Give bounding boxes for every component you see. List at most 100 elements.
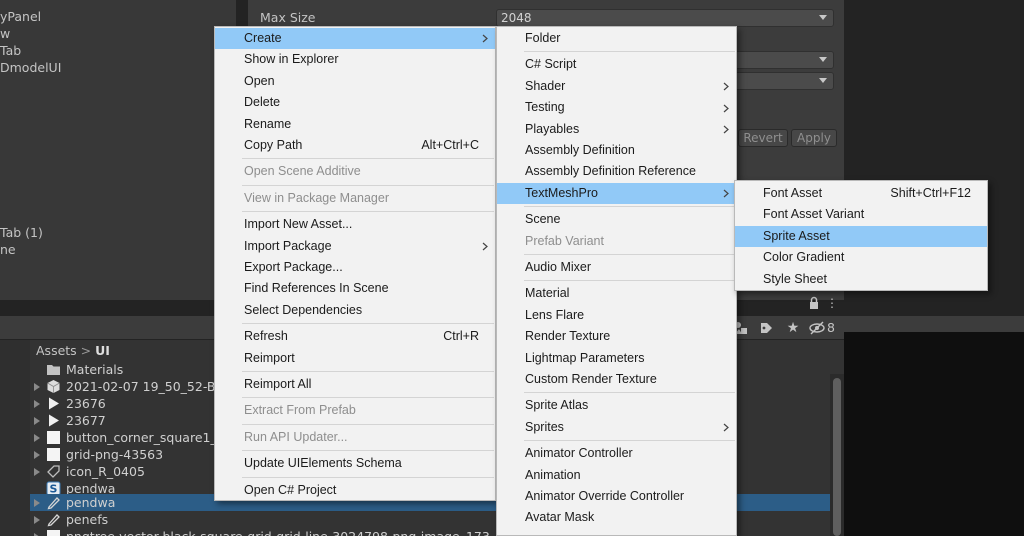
expand-arrow-icon[interactable] [34,383,40,391]
breadcrumb-ui[interactable]: UI [95,343,110,358]
scrollbar-thumb[interactable] [833,378,841,536]
menu-item-label: Shader [525,78,566,93]
menu-item-lens-flare[interactable]: Lens Flare [497,305,736,326]
menu-item-style-sheet[interactable]: Style Sheet [735,269,987,290]
menu-item-animation[interactable]: Animation [497,465,736,486]
expand-arrow-icon[interactable] [34,468,40,476]
menu-item-label: View in Package Manager [244,190,389,205]
menu-item-export-package[interactable]: Export Package... [215,257,495,278]
menu-item-label: Assembly Definition Reference [525,164,696,179]
hierarchy-item[interactable]: w [0,25,10,42]
menu-item-assembly-definition[interactable]: Assembly Definition [497,140,736,161]
menu-item-animator-override-controller[interactable]: Animator Override Controller [497,486,736,507]
menu-item-sprite-asset[interactable]: Sprite Asset [735,225,987,247]
menu-item-label: Copy Path [244,138,303,152]
asset-name: Materials [66,362,124,377]
menu-item-render-texture[interactable]: Render Texture [497,326,736,347]
expand-arrow-icon[interactable] [34,516,40,524]
breadcrumb-assets[interactable]: Assets [36,343,77,358]
menu-item-textmeshpro[interactable]: TextMeshPro [497,182,736,204]
menu-item-lightmap-parameters[interactable]: Lightmap Parameters [497,348,736,369]
menu-item-assembly-definition-reference[interactable]: Assembly Definition Reference [497,161,736,182]
max-size-dropdown[interactable]: 2048 [496,9,834,27]
menu-item-rename[interactable]: Rename [215,114,495,135]
menu-item-font-asset-variant[interactable]: Font Asset Variant [735,204,987,225]
asset-name: grid-png-43563 [66,447,164,462]
breadcrumb: Assets > UI [36,343,110,358]
pen-icon [46,512,61,527]
menu-item-open-c-project[interactable]: Open C# Project [215,480,495,501]
apply-button[interactable]: Apply [791,129,837,147]
menu-item-animator-controller[interactable]: Animator Controller [497,443,736,464]
menu-item-sprites[interactable]: Sprites [497,417,736,438]
menu-item-label: Testing [525,100,565,115]
hierarchy-item[interactable]: DmodelUI [0,59,61,76]
hierarchy-item[interactable]: ne [0,241,16,258]
lock-icon[interactable] [808,296,820,310]
menu-separator [524,254,735,255]
favorites-star-icon[interactable]: ★ [784,318,802,338]
menu-item-select-dependencies[interactable]: Select Dependencies [215,300,495,321]
menu-item-label: Scene [525,212,561,227]
more-menu-icon[interactable]: ⋮ [826,296,838,310]
hierarchy-item[interactable]: Tab (1) [0,224,43,241]
eye-slash-icon [808,318,826,338]
menu-item-label: Sprite Asset [763,228,830,243]
menu-item-scene[interactable]: Scene [497,209,736,230]
menu-item-label: Refresh [244,329,288,344]
menu-item-reimport-all[interactable]: Reimport All [215,374,495,395]
expand-arrow-icon[interactable] [34,417,40,425]
asset-name: button_corner_square1_0 [66,430,225,445]
menu-item-color-gradient[interactable]: Color Gradient [735,247,987,268]
menu-item-label: Animator Override Controller [525,489,685,503]
menu-item-label: Lens Flare [525,307,585,322]
menu-item-label: Open C# Project [244,482,337,497]
menu-item-refresh[interactable]: Refresh Ctrl+R [215,326,495,347]
menu-item-c-script[interactable]: C# Script [497,54,736,75]
menu-item-reimport[interactable]: Reimport [215,348,495,369]
menu-item-sprite-atlas[interactable]: Sprite Atlas [497,395,736,416]
hierarchy-item[interactable]: yPanel [0,8,41,25]
menu-item-custom-render-texture[interactable]: Custom Render Texture [497,369,736,390]
menu-item-show-in-explorer[interactable]: Show in Explorer [215,49,495,70]
menu-item-update-uielements-schema[interactable]: Update UIElements Schema [215,453,495,474]
menu-item-label: Assembly Definition [525,143,635,157]
menu-item-import-package[interactable]: Import Package [215,236,495,257]
max-size-label: Max Size [260,10,316,25]
menu-item-folder[interactable]: Folder [497,28,736,49]
chevron-right-icon [482,28,488,49]
menu-item-shader[interactable]: Shader [497,76,736,97]
expand-arrow-icon[interactable] [34,499,40,507]
expand-arrow-icon[interactable] [34,400,40,408]
menu-separator [242,450,494,452]
hierarchy-item[interactable]: Tab [0,42,21,59]
revert-button[interactable]: Revert [738,129,788,147]
asset-name: 23676 [66,396,106,411]
expand-arrow-icon[interactable] [34,451,40,459]
menu-item-font-asset[interactable]: Font Asset Shift+Ctrl+F12 [735,183,987,204]
menu-item-label: Import Package [244,238,332,253]
hidden-packages-count: 8 [827,320,835,335]
menu-item-open[interactable]: Open [215,71,495,92]
menu-item-label: Render Texture [525,329,611,344]
menu-item-find-references-in-scene[interactable]: Find References In Scene [215,278,495,299]
hidden-packages-toggle[interactable]: 8 [808,318,840,338]
menu-item-testing[interactable]: Testing [497,97,736,118]
menu-item-import-new-asset[interactable]: Import New Asset... [215,214,495,235]
expand-arrow-icon[interactable] [34,434,40,442]
menu-item-audio-mixer[interactable]: Audio Mixer [497,257,736,278]
menu-separator [524,51,735,53]
menu-item-material[interactable]: Material [497,283,736,304]
menu-item-playables[interactable]: Playables [497,119,736,140]
menu-separator [524,280,735,282]
menu-item-avatar-mask[interactable]: Avatar Mask [497,507,736,528]
scene-view[interactable] [844,332,1024,536]
menu-item-create[interactable]: Create [215,28,495,49]
menu-item-label: Font Asset Variant [763,207,865,222]
filter-by-label-icon[interactable] [757,318,775,338]
menu-item-copy-path[interactable]: Copy Path Alt+Ctrl+C [215,135,495,156]
menu-separator [242,184,494,186]
menu-item-label: Font Asset [763,186,823,200]
menu-item-label: Import New Asset... [244,217,353,232]
menu-item-delete[interactable]: Delete [215,92,495,113]
